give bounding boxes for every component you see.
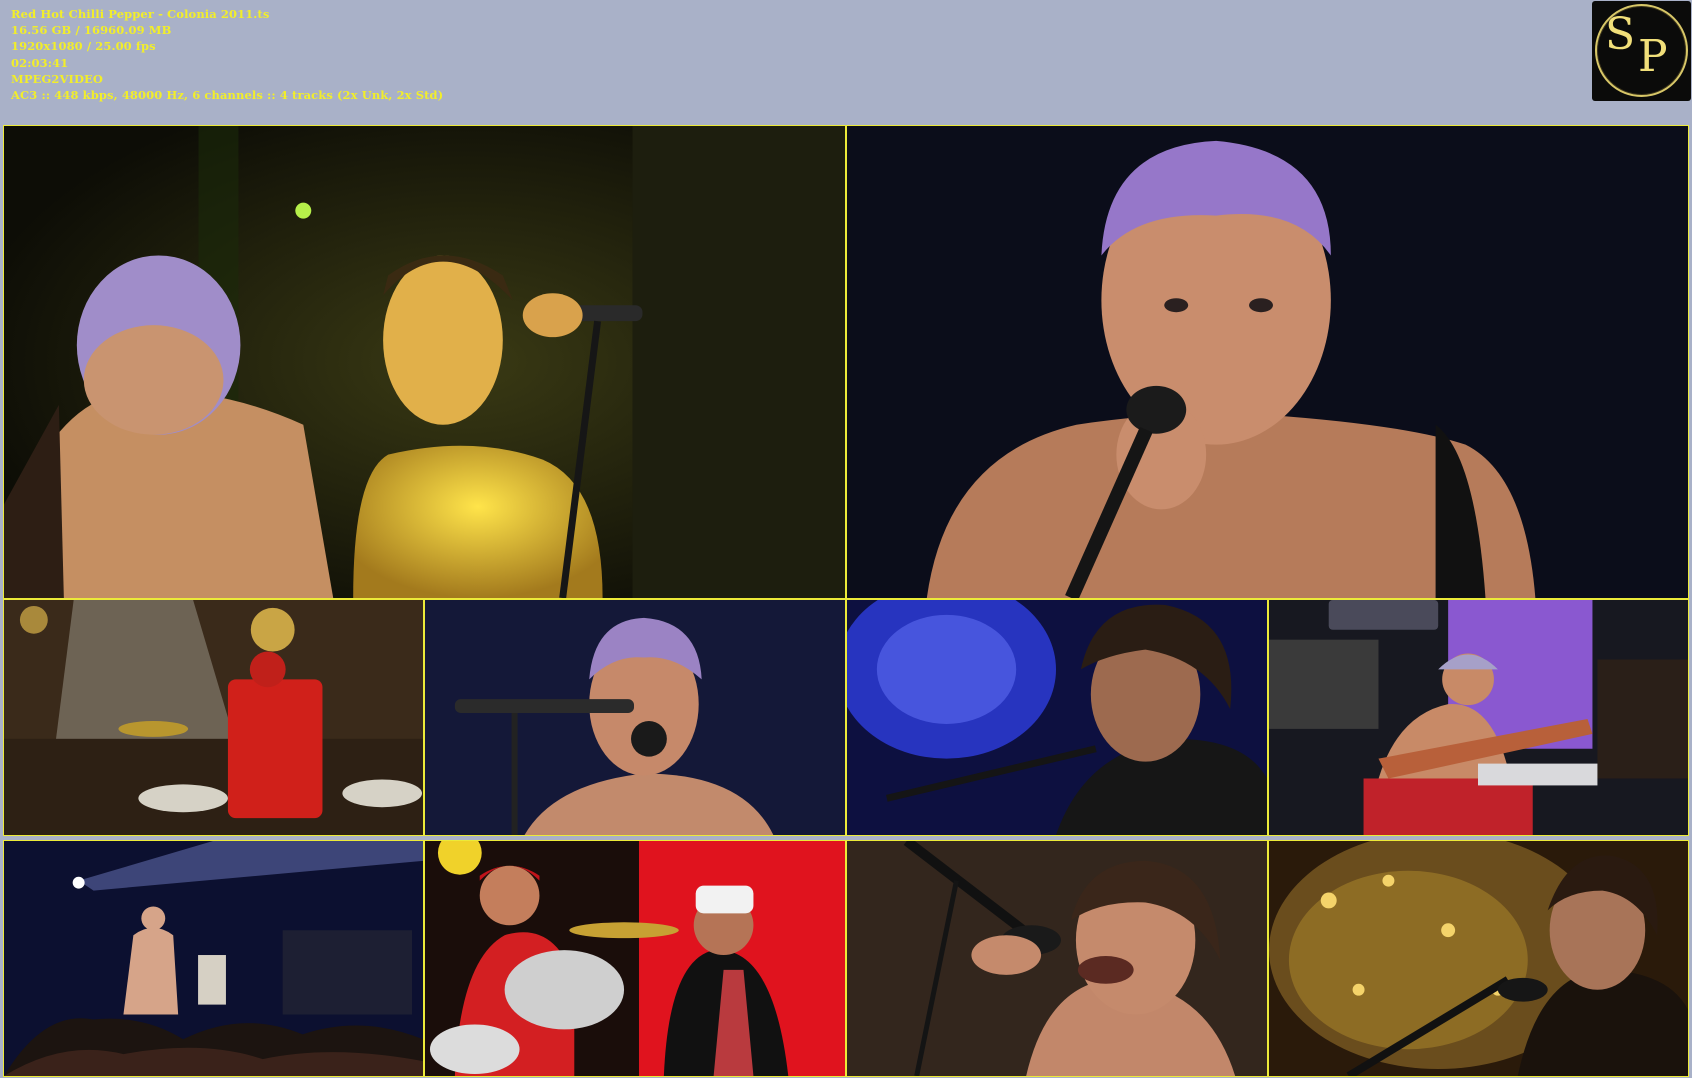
thumbnail-8[interactable]	[424, 840, 846, 1077]
frame-image	[1269, 600, 1688, 835]
thumbnail-6[interactable]	[1268, 599, 1689, 836]
thumbnail-1[interactable]	[3, 125, 846, 599]
video-codec: MPEG2VIDEO	[11, 71, 104, 86]
frame-image	[1269, 841, 1688, 1076]
frame-image	[4, 126, 845, 598]
duration: 02:03:41	[11, 55, 69, 70]
thumbnail-grid	[3, 125, 1689, 1077]
thumbnail-7[interactable]	[3, 840, 424, 1077]
frame-image	[847, 126, 1688, 598]
frame-image	[4, 841, 423, 1076]
frame-image	[847, 600, 1267, 835]
frame-image	[425, 841, 845, 1076]
thumbnail-5[interactable]	[846, 599, 1268, 836]
file-info-panel: Red Hot Chilli Pepper - Colonia 2011.ts …	[11, 6, 443, 103]
sp-logo: S P	[1592, 1, 1691, 101]
thumbnail-10[interactable]	[1268, 840, 1689, 1077]
video-resolution: 1920x1080 / 25.00 fps	[11, 39, 156, 54]
frame-image	[847, 841, 1267, 1076]
frame-image	[425, 600, 845, 835]
file-size: 16.56 GB / 16960.09 MB	[11, 23, 172, 38]
logo-letter-p: P	[1638, 31, 1668, 82]
frame-image	[4, 600, 423, 835]
thumbnail-4[interactable]	[424, 599, 846, 836]
file-name: Red Hot Chilli Pepper - Colonia 2011.ts	[11, 7, 270, 21]
thumbnail-2[interactable]	[846, 125, 1689, 599]
thumbnail-3[interactable]	[3, 599, 424, 836]
logo-letter-s: S	[1605, 9, 1636, 60]
thumbnail-9[interactable]	[846, 840, 1268, 1077]
audio-info: AC3 :: 448 kbps, 48000 Hz, 6 channels ::…	[11, 88, 444, 103]
